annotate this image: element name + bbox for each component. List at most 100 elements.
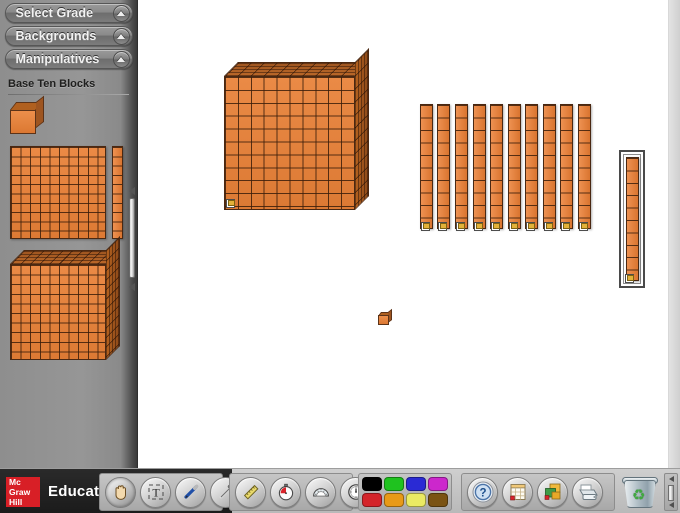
protractor-icon bbox=[312, 488, 329, 497]
tray-item-unit-cube[interactable] bbox=[10, 95, 44, 134]
section-title: Base Ten Blocks bbox=[8, 78, 96, 90]
svg-text:T: T bbox=[152, 486, 160, 500]
new-page-button[interactable] bbox=[502, 476, 533, 508]
canvas-rod-ten[interactable] bbox=[508, 104, 521, 229]
hand-tool[interactable] bbox=[105, 476, 136, 508]
cube-front-face bbox=[378, 315, 389, 325]
cube-top-face bbox=[224, 62, 369, 76]
tray-item-thousand-cube[interactable] bbox=[10, 236, 120, 360]
tray-item-flat-hundred[interactable] bbox=[10, 146, 106, 239]
chevron-up-icon[interactable] bbox=[112, 4, 130, 22]
color-palette bbox=[358, 473, 452, 511]
chevron-up-icon[interactable] bbox=[112, 27, 130, 45]
page-icon bbox=[509, 484, 525, 501]
ruler-icon bbox=[243, 484, 258, 500]
color-swatch-green[interactable] bbox=[384, 477, 404, 491]
svg-text:?: ? bbox=[479, 487, 486, 499]
cube-front-face bbox=[10, 264, 106, 360]
canvas-edge-strip bbox=[668, 0, 680, 468]
tray-item-rod-ten[interactable] bbox=[112, 146, 123, 239]
workspace-canvas[interactable] bbox=[138, 0, 680, 468]
drag-handle[interactable] bbox=[579, 222, 588, 231]
cube-side-face bbox=[106, 236, 120, 360]
color-swatch-brown[interactable] bbox=[428, 493, 448, 507]
color-swatch-black[interactable] bbox=[362, 477, 382, 491]
canvas-rod-ten[interactable] bbox=[455, 104, 468, 229]
trash-can[interactable]: ♻ bbox=[621, 475, 659, 509]
cube-side-face bbox=[355, 48, 369, 210]
mcgraw-hill-logo: Mc Graw Hill bbox=[6, 476, 40, 507]
hand-icon bbox=[115, 485, 126, 500]
stopwatch-icon bbox=[278, 483, 293, 501]
canvas-rod-ten-selected[interactable] bbox=[626, 157, 639, 281]
stopwatch-tool[interactable] bbox=[270, 476, 301, 508]
toolbar-scrollbar[interactable] bbox=[664, 473, 678, 511]
scroll-up-arrow[interactable] bbox=[665, 475, 677, 483]
sidebar-button-select-grade[interactable]: Select Grade bbox=[4, 3, 133, 23]
sidebar-scrollbar[interactable] bbox=[126, 186, 137, 291]
selection-box[interactable] bbox=[619, 150, 645, 288]
ruler-tool[interactable] bbox=[235, 476, 266, 508]
sidebar-button-backgrounds[interactable]: Backgrounds bbox=[4, 26, 133, 46]
drag-handle[interactable] bbox=[421, 222, 430, 231]
canvas-rod-ten[interactable] bbox=[420, 104, 433, 229]
scroll-down-arrow[interactable] bbox=[126, 282, 137, 291]
color-swatch-magenta[interactable] bbox=[428, 477, 448, 491]
cube-top-face bbox=[10, 250, 120, 264]
pen-icon bbox=[183, 484, 198, 499]
sidebar-button-manipulatives[interactable]: Manipulatives bbox=[4, 49, 133, 69]
canvas-rod-ten[interactable] bbox=[578, 104, 591, 229]
scrollbar-thumb[interactable] bbox=[668, 485, 674, 501]
chevron-up-icon[interactable] bbox=[112, 50, 130, 68]
canvas-rod-ten[interactable] bbox=[560, 104, 573, 229]
tool-group-middle bbox=[229, 473, 371, 511]
color-swatch-yellow[interactable] bbox=[406, 493, 426, 507]
drag-handle[interactable] bbox=[226, 199, 235, 208]
drag-handle[interactable] bbox=[474, 222, 483, 231]
bottom-toolbar: Mc Graw Hill Education T ? ♻ bbox=[0, 468, 680, 513]
pen-tool[interactable] bbox=[175, 476, 206, 508]
logo-line-2: Graw bbox=[9, 486, 31, 497]
help-button[interactable]: ? bbox=[467, 476, 498, 508]
text-icon: T bbox=[148, 484, 163, 500]
drag-handle[interactable] bbox=[438, 222, 447, 231]
drag-handle[interactable] bbox=[509, 222, 518, 231]
print-button[interactable] bbox=[572, 476, 603, 508]
sidebar: Select Grade Backgrounds Manipulatives B… bbox=[0, 0, 138, 468]
cube-side-face bbox=[36, 95, 44, 128]
sidebar-button-label: Backgrounds bbox=[15, 29, 97, 43]
color-swatch-red[interactable] bbox=[362, 493, 382, 507]
drag-handle[interactable] bbox=[526, 222, 535, 231]
drag-handle[interactable] bbox=[456, 222, 465, 231]
tool-group-right: ? bbox=[461, 473, 615, 511]
logo-line-1: Mc bbox=[9, 476, 21, 487]
scroll-down-arrow[interactable] bbox=[665, 501, 677, 509]
canvas-rod-ten[interactable] bbox=[490, 104, 503, 229]
recycle-icon: ♻ bbox=[632, 487, 646, 504]
scrollbar-thumb[interactable] bbox=[129, 198, 135, 278]
open-file-button[interactable] bbox=[537, 476, 568, 508]
scroll-up-arrow[interactable] bbox=[126, 186, 137, 195]
cube-front-face bbox=[10, 110, 36, 134]
canvas-thousand-cube[interactable] bbox=[224, 48, 369, 210]
sidebar-button-label: Manipulatives bbox=[15, 52, 100, 66]
color-swatch-blue[interactable] bbox=[406, 477, 426, 491]
logo-line-3: Hill bbox=[9, 496, 23, 507]
folders-icon bbox=[544, 483, 560, 500]
color-swatch-orange[interactable] bbox=[384, 493, 404, 507]
manipulatives-tray bbox=[0, 95, 126, 468]
tool-group-left: T bbox=[99, 473, 241, 511]
canvas-rod-ten[interactable] bbox=[437, 104, 450, 229]
drag-handle[interactable] bbox=[625, 274, 634, 283]
canvas-rod-ten[interactable] bbox=[473, 104, 486, 229]
canvas-unit-cube[interactable] bbox=[378, 308, 393, 325]
drag-handle[interactable] bbox=[561, 222, 570, 231]
drag-handle[interactable] bbox=[544, 222, 553, 231]
divider bbox=[8, 94, 129, 95]
text-tool[interactable]: T bbox=[140, 476, 171, 508]
drag-handle[interactable] bbox=[491, 222, 500, 231]
protractor-tool[interactable] bbox=[305, 476, 336, 508]
canvas-rod-ten[interactable] bbox=[525, 104, 538, 229]
sidebar-button-label: Select Grade bbox=[15, 6, 94, 20]
canvas-rod-ten[interactable] bbox=[543, 104, 556, 229]
